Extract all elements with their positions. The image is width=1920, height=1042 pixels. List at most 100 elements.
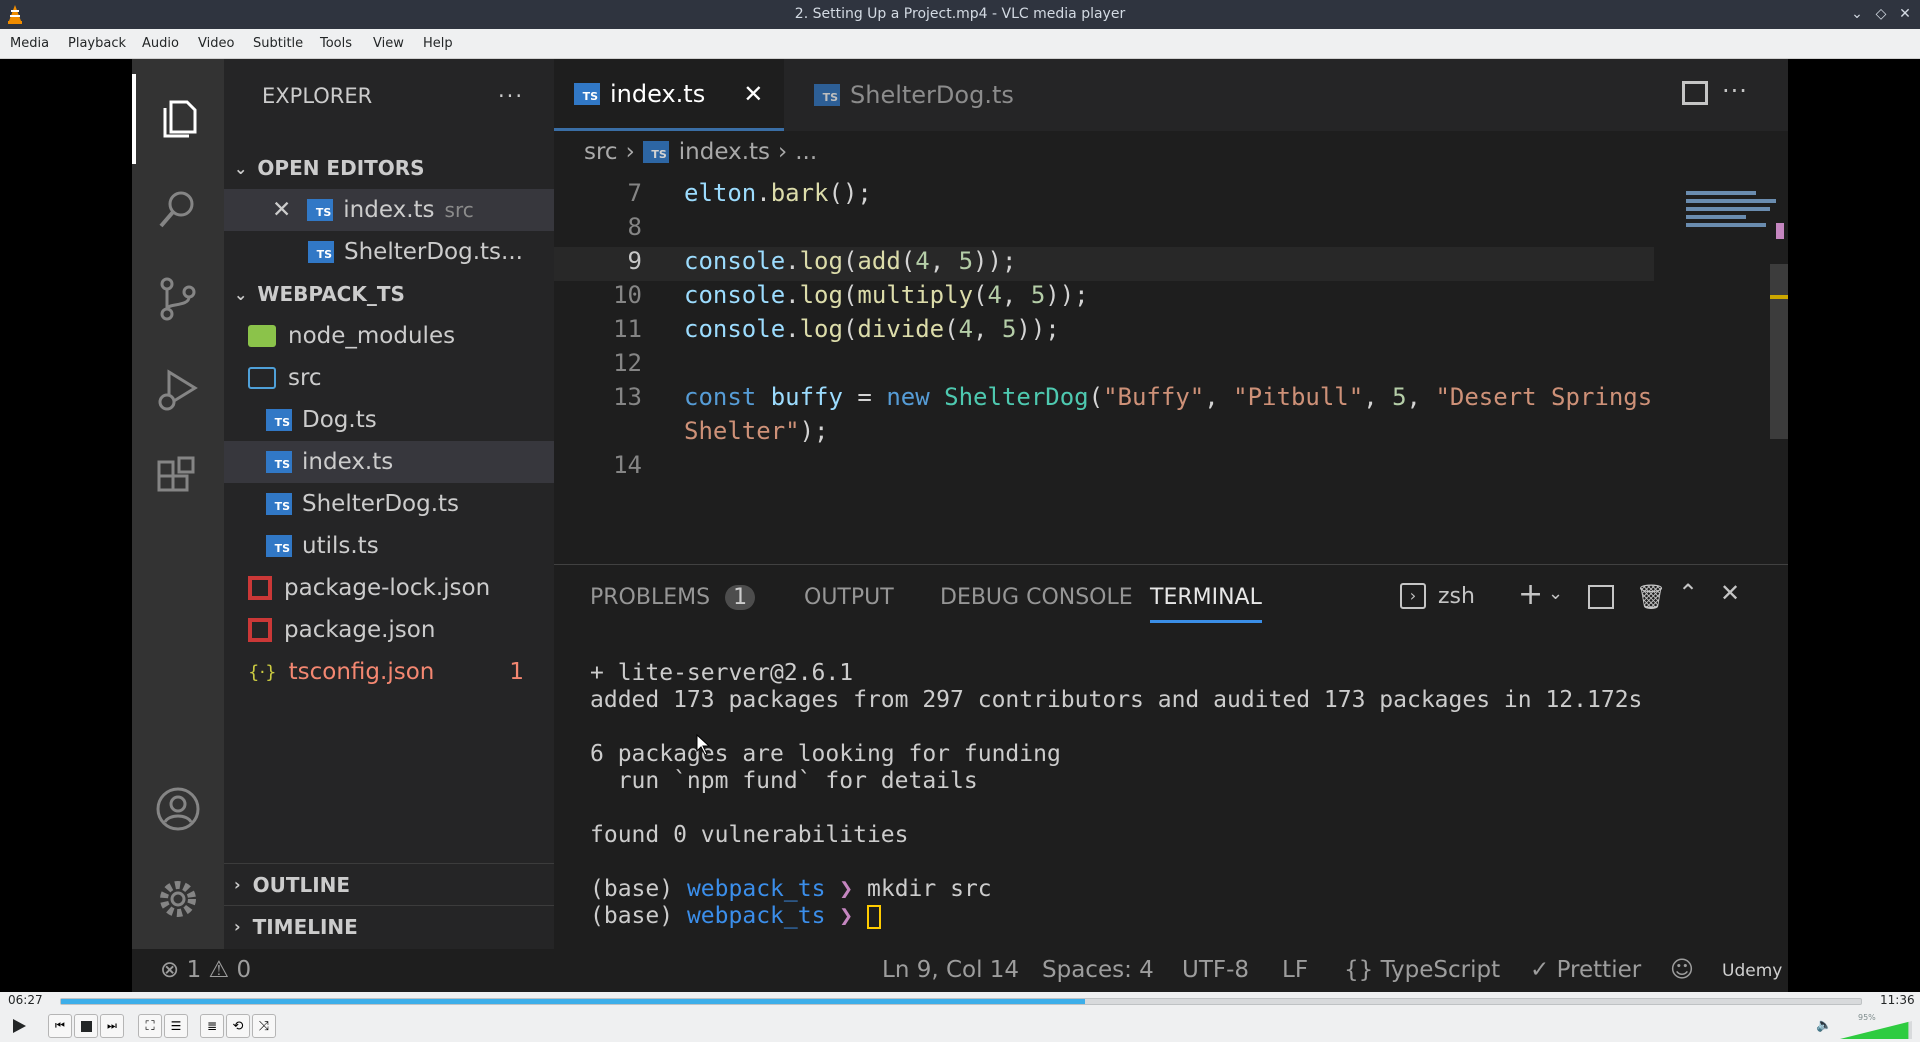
menu-view[interactable]: View [373,36,404,51]
project-section[interactable]: ⌄ WEBPACK_TS [224,273,554,315]
breadcrumb-rest[interactable]: ... [795,139,817,165]
close-icon[interactable]: ✕ [1896,5,1914,23]
open-editor-item[interactable]: TS ShelterDog.ts... [224,231,554,273]
cursor-position[interactable]: Ln 9, Col 14 [882,957,1019,983]
outline-section[interactable]: › OUTLINE [224,863,554,905]
tab-shelterdog-ts[interactable]: TS ShelterDog.ts [794,59,1054,131]
explorer-icon[interactable] [132,74,224,164]
tab-debug-console[interactable]: DEBUG CONSOLE [940,585,1133,610]
prompt-arrow: ❯ [839,903,854,929]
split-terminal-icon[interactable] [1588,585,1614,609]
open-editors-section[interactable]: ⌄ OPEN EDITORS [224,147,554,189]
prettier-status[interactable]: ✓ Prettier [1530,957,1641,983]
folder-src[interactable]: src [224,357,554,399]
more-actions-icon[interactable]: ··· [1722,77,1748,105]
code-text: Shelter"); [684,417,829,445]
open-editor-name: ShelterDog.ts... [344,239,523,265]
more-actions-icon[interactable]: ··· [498,84,524,108]
code-text: const buffy = new ShelterDog("Buffy", "P… [684,383,1653,411]
search-icon[interactable] [132,164,224,254]
loop-button[interactable]: ⟲ [226,1014,250,1038]
chevron-right-icon: › [234,875,241,894]
terminal-prompt-line: (base) webpack_ts ❯ mkdir src [590,876,1770,903]
folder-name: src [288,365,322,391]
open-editor-item[interactable]: ✕ TS index.ts src [224,189,554,231]
tab-terminal[interactable]: TERMINAL [1150,585,1262,623]
tab-problems[interactable]: PROBLEMS 1 [590,585,756,610]
source-control-icon[interactable] [132,254,224,344]
terminal-output[interactable]: + lite-server@2.6.1 added 173 packages f… [590,660,1770,930]
status-bar: ⊗ 1 ⚠ 0 Ln 9, Col 14 Spaces: 4 UTF-8 LF … [132,949,1788,992]
timeline-section[interactable]: › TIMELINE [224,905,554,947]
terminal-icon: › [1400,583,1426,609]
shuffle-button[interactable]: ⤨ [252,1014,276,1038]
menu-help[interactable]: Help [423,36,453,51]
typescript-file-icon: TS [266,535,292,557]
minimize-icon[interactable]: ⌄ [1848,5,1866,23]
chevron-up-icon[interactable]: ⌃ [1678,579,1698,607]
code-editor[interactable]: 7 elton.bark(); 8 9 console.log(add(4, 5))… [554,173,1788,563]
volume-slider[interactable]: 95% [1840,1013,1914,1039]
file-utils-ts[interactable]: TS utils.ts [224,525,554,567]
maximize-icon[interactable]: ◇ [1872,5,1890,23]
video-surface[interactable]: EXPLORER ··· ⌄ OPEN EDITORS ✕ TS index.t… [0,59,1920,992]
file-shelterdog-ts[interactable]: TS ShelterDog.ts [224,483,554,525]
indentation-status[interactable]: Spaces: 4 [1042,957,1154,983]
run-debug-icon[interactable] [132,344,224,434]
explorer-title: EXPLORER ··· [224,75,554,117]
fullscreen-button[interactable]: ⛶ [138,1014,162,1038]
extended-settings-button[interactable]: ☰ [164,1014,188,1038]
typescript-file-icon: TS [642,141,669,163]
menu-video[interactable]: Video [198,36,234,51]
play-button[interactable] [6,1014,32,1038]
trash-icon[interactable]: 🗑 [1636,583,1666,611]
file-tsconfig[interactable]: {·} tsconfig.json 1 [224,651,554,693]
typescript-file-icon: TS [814,84,840,106]
close-panel-icon[interactable]: ✕ [1720,579,1740,607]
previous-button[interactable]: ⏮ [48,1014,72,1038]
terminal-line: 6 packages are looking for funding [590,741,1061,767]
plus-icon[interactable]: + [1518,577,1543,612]
prompt-dir: webpack_ts [686,876,826,902]
mouse-cursor-icon [696,734,711,756]
folder-node-modules[interactable]: node_modules [224,315,554,357]
menu-tools[interactable]: Tools [320,36,352,51]
split-editor-icon[interactable] [1682,81,1708,105]
terminal-selector[interactable]: › zsh [1400,583,1475,609]
language-status[interactable]: {} TypeScript [1344,957,1500,983]
editor-area: TS index.ts ✕ TS ShelterDog.ts ··· src ›… [554,59,1788,564]
playlist-button[interactable]: ≣ [200,1014,224,1038]
feedback-icon[interactable]: ☺ [1670,957,1694,983]
menu-subtitle[interactable]: Subtitle [253,36,303,51]
menu-playback[interactable]: Playback [68,36,126,51]
stop-icon [80,1020,92,1032]
next-button[interactable]: ⏭ [100,1014,124,1038]
stop-button[interactable] [74,1014,98,1038]
file-index-ts[interactable]: TS index.ts [224,441,554,483]
breadcrumb-file[interactable]: index.ts [679,139,770,165]
code-line: 12 [554,349,1654,383]
tab-output[interactable]: OUTPUT [804,585,894,610]
gear-icon[interactable] [132,854,224,944]
account-icon[interactable] [132,764,224,854]
file-name: package.json [284,617,436,643]
tab-index-ts[interactable]: TS index.ts ✕ [554,59,784,131]
menu-audio[interactable]: Audio [142,36,179,51]
encoding-status[interactable]: UTF-8 [1182,957,1249,983]
eol-status[interactable]: LF [1282,957,1308,983]
file-package-lock[interactable]: package-lock.json [224,567,554,609]
extensions-icon[interactable] [132,434,224,524]
menu-media[interactable]: Media [10,36,49,51]
file-package-json[interactable]: package.json [224,609,554,651]
open-editors-label: OPEN EDITORS [257,156,425,180]
close-icon[interactable]: ✕ [272,197,291,223]
chevron-down-icon[interactable]: ⌄ [1548,583,1563,604]
file-dog-ts[interactable]: TS Dog.ts [224,399,554,441]
problems-status[interactable]: ⊗ 1 ⚠ 0 [160,957,251,983]
editor-scrollbar[interactable] [1770,264,1788,439]
breadcrumb-folder[interactable]: src [584,139,618,165]
seek-slider[interactable] [60,998,1862,1005]
close-icon[interactable]: ✕ [743,80,763,108]
vscode-window: EXPLORER ··· ⌄ OPEN EDITORS ✕ TS index.t… [132,59,1788,992]
speaker-icon[interactable]: 🔈 [1816,1018,1832,1033]
